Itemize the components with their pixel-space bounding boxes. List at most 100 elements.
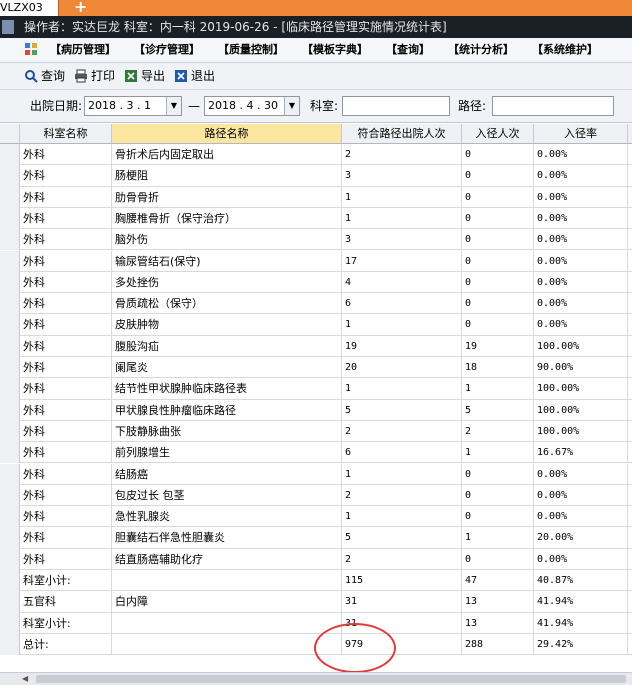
row-selector[interactable] (0, 229, 20, 251)
cell-rate[interactable]: 41.94% (534, 591, 628, 613)
cell-dept[interactable]: 外科 (20, 144, 112, 166)
row-selector[interactable] (0, 570, 20, 592)
cell-overflow[interactable] (628, 485, 632, 507)
cell-eligible[interactable]: 2 (342, 484, 462, 507)
cell-overflow[interactable] (628, 549, 632, 570)
column-header-eligible[interactable]: 符合路径出院人次 (342, 124, 462, 144)
cell-rate[interactable]: 0.00% (534, 229, 628, 251)
cell-rate[interactable]: 100.00% (534, 335, 628, 357)
cell-overflow[interactable] (628, 506, 632, 528)
cell-path[interactable]: 前列腺增生 (112, 442, 342, 464)
cell-entered[interactable]: 0 (462, 314, 534, 336)
cell-overflow[interactable] (628, 442, 632, 464)
cell-eligible[interactable]: 1 (342, 207, 462, 230)
cell-dept[interactable]: 科室小计: (20, 570, 112, 592)
exit-button[interactable]: 退出 (174, 67, 215, 85)
table-row[interactable]: 科室小计: 31 13 41.94% (0, 612, 632, 634)
cell-eligible[interactable]: 4 (342, 271, 462, 294)
row-selector[interactable] (0, 420, 20, 443)
cell-rate[interactable]: 0.00% (534, 271, 628, 294)
column-header-entered[interactable]: 入径人次 (462, 124, 534, 144)
cell-rate[interactable]: 0.00% (534, 293, 628, 315)
column-header-rate[interactable]: 入径率 (534, 124, 628, 144)
cell-eligible[interactable]: 19 (342, 335, 462, 357)
cell-dept[interactable]: 外科 (20, 165, 112, 187)
cell-dept[interactable]: 外科 (20, 420, 112, 443)
row-selector[interactable] (0, 357, 20, 379)
cell-dept[interactable]: 外科 (20, 229, 112, 251)
cell-entered[interactable]: 18 (462, 357, 534, 379)
cell-eligible[interactable]: 1 (342, 186, 462, 208)
cell-path[interactable]: 阑尾炎 (112, 357, 342, 379)
cell-eligible[interactable]: 1 (342, 378, 462, 400)
row-selector[interactable] (0, 335, 20, 357)
cell-rate[interactable]: 0.00% (534, 144, 628, 166)
cell-path[interactable]: 多处挫伤 (112, 271, 342, 294)
cell-eligible[interactable]: 1 (342, 506, 462, 528)
cell-entered[interactable]: 0 (462, 207, 534, 230)
cell-path[interactable]: 结肠癌 (112, 463, 342, 485)
cell-overflow[interactable] (628, 464, 632, 485)
cell-dept[interactable]: 外科 (20, 271, 112, 294)
cell-entered[interactable]: 0 (462, 548, 534, 570)
column-header-path[interactable]: 路径名称 (112, 124, 342, 144)
date-from-picker[interactable]: 2018 . 3 . 1 ▼ (84, 96, 182, 116)
cell-rate[interactable]: 0.00% (534, 548, 628, 570)
table-row[interactable]: 外科 包皮过长 包茎 2 0 0.00% (0, 484, 632, 507)
export-button[interactable]: 导出 (124, 67, 165, 85)
cell-path[interactable]: 骨折术后内固定取出 (112, 144, 342, 166)
cell-overflow[interactable] (628, 293, 632, 315)
table-row[interactable]: 外科 皮肤肿物 1 0 0.00% (0, 314, 632, 336)
cell-entered[interactable]: 13 (462, 591, 534, 613)
add-tab-button[interactable]: + (74, 0, 92, 15)
cell-dept[interactable]: 总计: (20, 633, 112, 656)
cell-overflow[interactable] (628, 634, 632, 656)
menu-query[interactable]: 【查询】 (386, 38, 430, 62)
cell-eligible[interactable]: 2 (342, 144, 462, 166)
cell-rate[interactable]: 16.67% (534, 442, 628, 464)
table-row[interactable]: 外科 胸腰椎骨折（保守治疗） 1 0 0.00% (0, 207, 632, 230)
row-selector[interactable] (0, 591, 20, 613)
cell-eligible[interactable]: 2 (342, 420, 462, 443)
cell-dept[interactable]: 科室小计: (20, 612, 112, 634)
cell-rate[interactable]: 0.00% (534, 186, 628, 208)
cell-rate[interactable]: 41.94% (534, 612, 628, 634)
cell-overflow[interactable] (628, 421, 632, 443)
cell-path[interactable]: 胆囊结石伴急性胆囊炎 (112, 527, 342, 549)
cell-overflow[interactable] (628, 272, 632, 294)
print-button[interactable]: 打印 (74, 67, 115, 85)
query-button[interactable]: 查询 (24, 67, 65, 85)
cell-entered[interactable]: 0 (462, 463, 534, 485)
cell-eligible[interactable]: 1 (342, 314, 462, 336)
cell-overflow[interactable] (628, 314, 632, 336)
row-selector[interactable] (0, 207, 20, 230)
cell-entered[interactable]: 0 (462, 484, 534, 507)
cell-dept[interactable]: 外科 (20, 527, 112, 549)
cell-rate[interactable]: 40.87% (534, 570, 628, 592)
cell-overflow[interactable] (628, 357, 632, 379)
row-selector[interactable] (0, 442, 20, 464)
table-row[interactable]: 外科 结节性甲状腺肿临床路径表 1 1 100.00% (0, 378, 632, 400)
cell-dept[interactable]: 外科 (20, 314, 112, 336)
row-selector[interactable] (0, 186, 20, 208)
cell-overflow[interactable] (628, 613, 632, 634)
cell-path[interactable]: 脑外伤 (112, 229, 342, 251)
menu-quality-control[interactable]: 【质量控制】 (218, 38, 284, 62)
cell-rate[interactable]: 0.00% (534, 165, 628, 187)
table-row[interactable]: 外科 脑外伤 3 0 0.00% (0, 229, 632, 251)
cell-eligible[interactable]: 3 (342, 165, 462, 187)
cell-dept[interactable]: 外科 (20, 399, 112, 421)
menu-system[interactable]: 【系统维护】 (532, 38, 598, 62)
row-selector[interactable] (0, 378, 20, 400)
cell-path[interactable]: 肠梗阻 (112, 165, 342, 187)
table-row[interactable]: 外科 肋骨骨折 1 0 0.00% (0, 186, 632, 208)
cell-dept[interactable]: 外科 (20, 207, 112, 230)
cell-dept[interactable]: 外科 (20, 186, 112, 208)
cell-dept[interactable]: 五官科 (20, 591, 112, 613)
cell-eligible[interactable]: 6 (342, 442, 462, 464)
row-selector[interactable] (0, 612, 20, 634)
row-selector[interactable] (0, 314, 20, 336)
cell-overflow[interactable] (628, 400, 632, 421)
cell-rate[interactable]: 0.00% (534, 207, 628, 230)
cell-rate[interactable]: 0.00% (534, 484, 628, 507)
